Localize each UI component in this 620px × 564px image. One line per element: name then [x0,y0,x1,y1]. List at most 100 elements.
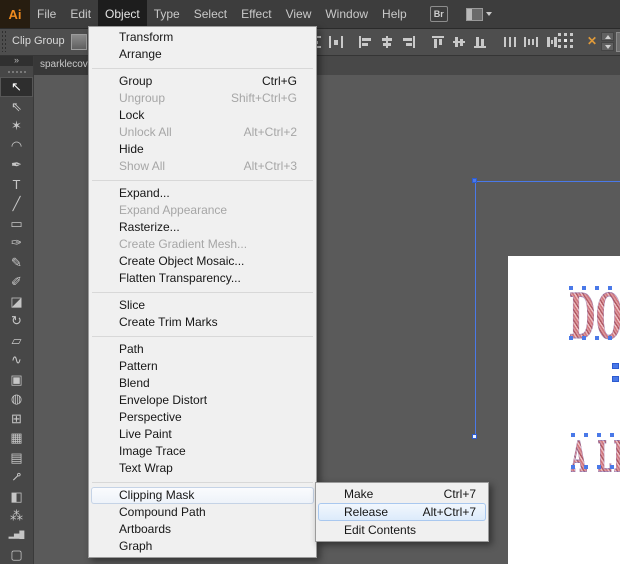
column-graph-tool[interactable]: ▂▅█ [0,526,33,546]
rotate-tool[interactable]: ↻ [0,311,33,331]
object-menu: Transform Arrange Group Ctrl+G [88,26,317,558]
menubar-item-type[interactable]: Type [147,0,187,28]
menubar-item-view[interactable]: View [279,0,319,28]
menu-item-clipping-mask[interactable]: Clipping Mask [91,487,314,504]
type-tool[interactable]: T [0,175,33,195]
menu-item-shortcut: Ctrl+G [262,73,297,90]
direct-selection-tool[interactable]: ⇖ [0,97,33,117]
submenu-item-make[interactable]: Make Ctrl+7 [316,485,488,503]
symbol-sprayer-tool[interactable]: ⁂ [0,506,33,526]
menu-item-group[interactable]: Group Ctrl+G [89,73,316,90]
menu-item-envelope-distort[interactable]: Envelope Distort [89,392,316,409]
align-to-button[interactable] [556,32,575,50]
menubar-item-select[interactable]: Select [187,0,234,28]
menu-item-lock[interactable]: Lock [89,107,316,124]
workspace-switcher[interactable] [466,8,492,21]
menu-item-expand-appearance[interactable]: Expand Appearance [89,202,316,219]
control-bar-grip[interactable] [1,30,6,52]
menu-item-path[interactable]: Path [89,341,316,358]
selection-anchor[interactable] [612,363,619,369]
selection-anchor[interactable] [472,434,477,439]
tool-icon: ⊞ [11,412,22,425]
eraser-tool[interactable]: ◪ [0,292,33,312]
control-input-partial[interactable] [616,32,620,52]
paintbrush-tool[interactable]: ✑ [0,233,33,253]
vertical-align-bottom-button[interactable] [469,30,490,54]
rectangle-tool[interactable]: ▭ [0,214,33,234]
document-tab-title: sparklecove [40,59,93,70]
menu-item-expand[interactable]: Expand... [89,185,316,202]
blend-tool[interactable]: ◧ [0,487,33,507]
horizontal-distribute-space-button[interactable] [325,30,346,54]
menubar-item-help[interactable]: Help [375,0,414,28]
menubar-item-object[interactable]: Object [98,0,147,28]
menu-item-flatten-transparency[interactable]: Flatten Transparency... [89,270,316,287]
horizontal-align-right-button[interactable] [397,30,418,54]
menu-item-artboards[interactable]: Artboards [89,521,316,538]
gradient-tool[interactable]: ▤ [0,448,33,468]
menu-item-rasterize[interactable]: Rasterize... [89,219,316,236]
scale-tool[interactable]: ▱ [0,331,33,351]
menubar-item-label: Select [194,7,227,21]
selection-anchor[interactable] [612,376,619,382]
pen-tool[interactable]: ✒ [0,155,33,175]
menu-item-image-trace[interactable]: Image Trace [89,443,316,460]
recolor-artwork-button[interactable]: ✕ [584,32,600,50]
menu-item-show-all[interactable]: Show All Alt+Ctrl+3 [89,158,316,175]
line-segment-tool[interactable]: ╱ [0,194,33,214]
vertical-align-top-button[interactable] [427,30,448,54]
selection-tool[interactable]: ↖ [0,77,33,97]
menubar-item-window[interactable]: Window [318,0,375,28]
pencil-tool[interactable]: ✎ [0,253,33,273]
stepper-down-button[interactable] [601,42,614,51]
menubar-item-effect[interactable]: Effect [234,0,278,28]
vertical-align-center-button[interactable] [448,30,469,54]
menubar-item-edit[interactable]: Edit [63,0,98,28]
menu-item-text-wrap[interactable]: Text Wrap [89,460,316,477]
menu-item-label: Path [119,341,144,358]
panel-grip[interactable] [7,68,26,75]
menu-item-perspective[interactable]: Perspective [89,409,316,426]
bridge-button[interactable]: Br [430,6,448,22]
menu-item-label: Arrange [119,46,162,63]
tool-icon: ╱ [13,197,21,210]
panel-collapse-button[interactable]: » [0,55,33,66]
submenu-item-release[interactable]: Release Alt+Ctrl+7 [318,503,486,521]
selection-anchor[interactable] [472,178,477,183]
horizontal-distribute-center-button[interactable] [520,30,541,54]
blob-brush-tool[interactable]: ✐ [0,272,33,292]
menubar-item-file[interactable]: File [30,0,63,28]
menu-item-create-object-mosaic[interactable]: Create Object Mosaic... [89,253,316,270]
menu-item-slice[interactable]: Slice [89,297,316,314]
artwork-text-line1[interactable]: DON [569,289,620,351]
down-arrow-icon [605,45,611,49]
stepper-up-button[interactable] [601,32,614,41]
menu-item-blend[interactable]: Blend [89,375,316,392]
submenu-item-edit-contents[interactable]: Edit Contents [316,521,488,539]
magic-wand-tool[interactable]: ✶ [0,116,33,136]
menu-item-create-gradient-mesh[interactable]: Create Gradient Mesh... [89,236,316,253]
horizontal-align-left-button[interactable] [355,30,376,54]
eyedropper-tool[interactable]: ⊸ [0,467,33,487]
lasso-tool[interactable]: ◠ [0,136,33,156]
artwork-text-line2[interactable]: A LIT [571,436,620,478]
menu-item-compound-path[interactable]: Compound Path [89,504,316,521]
menu-item-pattern[interactable]: Pattern [89,358,316,375]
menu-item-hide[interactable]: Hide [89,141,316,158]
menu-item-arrange[interactable]: Arrange [89,46,316,63]
menu-item-create-trim-marks[interactable]: Create Trim Marks [89,314,316,331]
menu-item-transform[interactable]: Transform [89,29,316,46]
width-tool[interactable]: ∿ [0,350,33,370]
mesh-tool[interactable]: ▦ [0,428,33,448]
shape-builder-tool[interactable]: ◍ [0,389,33,409]
horizontal-align-center-button[interactable] [376,30,397,54]
menu-item-ungroup[interactable]: Ungroup Shift+Ctrl+G [89,90,316,107]
menu-item-unlock-all[interactable]: Unlock All Alt+Ctrl+2 [89,124,316,141]
horizontal-distribute-left-button[interactable] [499,30,520,54]
free-transform-tool[interactable]: ▣ [0,370,33,390]
perspective-grid-tool[interactable]: ⊞ [0,409,33,429]
menu-item-live-paint[interactable]: Live Paint [89,426,316,443]
menu-item-label: Rasterize... [119,219,180,236]
menu-item-graph[interactable]: Graph [89,538,316,555]
artboard-tool[interactable]: ▢ [0,545,33,564]
